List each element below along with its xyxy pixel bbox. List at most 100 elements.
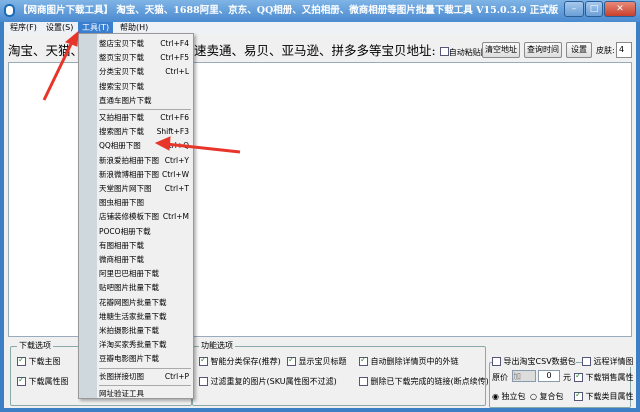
menu-item-label: 新浪爱拍相册下图: [99, 155, 159, 165]
standalone-label: 独立包: [501, 392, 526, 401]
menu-item[interactable]: 分类宝贝下载 Ctrl+L: [99, 65, 193, 79]
menu-separator: [99, 384, 191, 386]
menu-item-label: 网址验证工具: [99, 388, 144, 398]
menu-settings[interactable]: 设置(S): [42, 22, 77, 34]
menu-item-label: 贴吧图片批量下载: [99, 283, 159, 293]
menu-item-label: 搜索图片下载: [99, 127, 144, 137]
menu-item-label: 长图拼接切图: [99, 371, 144, 381]
menu-item-shortcut: Ctrl+W: [161, 169, 189, 179]
csv-group: 导出淘宝CSV数据包 远程详情图 原价 加 0 元 下载销售属性 ◉ 独立包 ○…: [489, 356, 634, 408]
attr-image-checkbox[interactable]: [17, 375, 26, 386]
main-image-label: 下载主图: [28, 357, 61, 366]
menu-item-shortcut: Ctrl+Y: [164, 155, 189, 165]
delete-links-label: 自动删除详情页中的外链: [370, 357, 459, 366]
menu-item-label: 图虫相册下图: [99, 198, 144, 208]
menu-item-shortcut: Ctrl+F5: [160, 53, 189, 63]
menu-item[interactable]: POCO相册下载: [99, 225, 193, 239]
menu-item[interactable]: 又拍相册下载 Ctrl+F6: [99, 111, 193, 125]
url-label: 淘宝、天猫、: [8, 43, 84, 58]
main-image-checkbox[interactable]: [17, 355, 26, 366]
menu-item-label: 新浪微博相册下图: [99, 169, 159, 179]
menu-item-label: 有图相册下载: [99, 240, 144, 250]
unit-label: 元: [563, 373, 571, 382]
menu-item-shortcut: Ctrl+F4: [160, 39, 189, 48]
menu-item[interactable]: 堆糖生活家批量下载: [99, 310, 193, 324]
menu-item[interactable]: 花瓣网图片批量下载: [99, 296, 193, 310]
menu-item[interactable]: 长图拼接切图 Ctrl+P: [99, 370, 193, 384]
close-button[interactable]: ✕: [604, 1, 636, 17]
menu-item[interactable]: 搜索宝贝下载: [99, 80, 193, 94]
auto-paste-checkbox[interactable]: [439, 47, 449, 56]
remote-detail-checkbox[interactable]: [582, 357, 591, 366]
menu-item[interactable]: 有图相册下载: [99, 239, 193, 253]
menu-item-label: 整页宝贝下载: [99, 53, 144, 63]
menu-item-label: 花瓣网图片批量下载: [99, 297, 167, 307]
menu-item-label: 整店宝贝下载: [99, 39, 144, 48]
menu-item-label: 分类宝贝下载: [99, 67, 144, 77]
filter-dupes-checkbox[interactable]: [199, 377, 208, 386]
menu-item[interactable]: 阿里巴巴相册下载: [99, 267, 193, 281]
menu-separator: [99, 109, 191, 110]
show-title-checkbox[interactable]: [287, 355, 296, 366]
menu-item[interactable]: 整店宝贝下载 Ctrl+F4: [99, 37, 193, 51]
settings-button[interactable]: 设置: [566, 42, 592, 58]
filter-dupes-label: 过滤重复的图片(SKU属性图不过滤): [210, 377, 337, 386]
menu-item-shortcut: Ctrl+M: [162, 212, 189, 222]
menu-item[interactable]: 米拍摄影批量下载: [99, 324, 193, 338]
menu-item[interactable]: 新浪爱拍相册下图 Ctrl+Y: [99, 154, 193, 168]
menu-item[interactable]: 搜索图片下载 Shift+F3: [99, 125, 193, 139]
function-options-group: 功能选项 智能分类保存(推荐) 显示宝贝标题 自动删除详情页中的外链 过滤重复的…: [192, 340, 489, 406]
menu-item[interactable]: 网址验证工具: [99, 387, 193, 401]
standalone-radio[interactable]: ◉ 独立包: [492, 391, 526, 402]
menu-item[interactable]: QQ相册下图 Ctrl+Q: [99, 139, 193, 153]
category-attr-checkbox[interactable]: [574, 390, 583, 401]
smart-save-label: 智能分类保存(推荐): [210, 357, 281, 366]
composite-label: 复合包: [539, 392, 564, 401]
menu-program[interactable]: 程序(F): [6, 22, 41, 34]
menu-item[interactable]: 店铺装修模板下图 Ctrl+M: [99, 210, 193, 224]
menu-item[interactable]: 洋淘买家秀批量下载: [99, 338, 193, 352]
skin-spinner[interactable]: 4: [616, 42, 632, 58]
menu-item-shortcut: Ctrl+Q: [163, 141, 189, 151]
menu-item-label: 洋淘买家秀批量下载: [99, 340, 167, 350]
menu-item[interactable]: 豆瓣电影图片下载: [99, 352, 193, 366]
sales-attr-label: 下载销售属性: [585, 373, 634, 382]
menu-item[interactable]: 图虫相册下图: [99, 196, 193, 210]
menu-item[interactable]: 新浪微博相册下图 Ctrl+W: [99, 168, 193, 182]
url-label-rest: 速卖通、易贝、亚马逊、拼多多等宝贝地址: 自动粘贴网址: [194, 43, 497, 58]
menu-item-shortcut: Ctrl+T: [164, 184, 189, 193]
menu-item-label: 阿里巴巴相册下载: [99, 269, 159, 279]
window-title: 【网商图片下载工具】 淘宝、天猫、1688阿里、京东、QQ相册、又拍相册、微商相…: [18, 5, 559, 16]
delete-links-checkbox[interactable]: [359, 355, 368, 366]
price-op-select[interactable]: 加: [512, 370, 536, 382]
menu-item[interactable]: 微商相册下载: [99, 253, 193, 267]
menu-item-label: 天堂图片网下图: [99, 184, 152, 193]
sales-attr-checkbox[interactable]: [574, 371, 583, 382]
show-title-label: 显示宝贝标题: [298, 357, 347, 366]
attr-image-label: 下载属性图: [28, 377, 69, 386]
remote-detail-label: 远程详情图: [593, 357, 634, 366]
maximize-button[interactable]: □: [585, 1, 603, 17]
smart-save-checkbox[interactable]: [199, 355, 208, 366]
clear-address-button[interactable]: 清空地址: [482, 42, 520, 58]
menu-item[interactable]: 贴吧图片批量下载: [99, 281, 193, 295]
delete-done-label: 删除已下载完成的链接(断点续传): [370, 377, 489, 386]
price-input[interactable]: 0: [538, 370, 560, 382]
menu-item-label: QQ相册下图: [99, 141, 141, 151]
menu-item-label: 米拍摄影批量下载: [99, 326, 159, 335]
price-label: 原价: [492, 373, 508, 382]
delete-done-checkbox[interactable]: [359, 377, 368, 386]
function-options-legend: 功能选项: [199, 340, 235, 351]
export-csv-checkbox[interactable]: [492, 357, 501, 366]
menu-item[interactable]: 直通车图片下载: [99, 94, 193, 108]
menu-item-shortcut: Ctrl+F6: [160, 113, 189, 122]
minimize-button[interactable]: –: [564, 1, 584, 17]
app-icon: [4, 4, 15, 17]
query-time-button[interactable]: 查询时间: [524, 42, 562, 58]
title-bar: 【网商图片下载工具】 淘宝、天猫、1688阿里、京东、QQ相册、又拍相册、微商相…: [0, 0, 640, 22]
export-csv-label: 导出淘宝CSV数据包: [503, 357, 576, 366]
menu-item[interactable]: 整页宝贝下载 Ctrl+F5: [99, 51, 193, 65]
composite-radio[interactable]: ○ 复合包: [530, 391, 564, 402]
menu-item[interactable]: 天堂图片网下图 Ctrl+T: [99, 182, 193, 196]
menu-item-label: 又拍相册下载: [99, 113, 144, 122]
